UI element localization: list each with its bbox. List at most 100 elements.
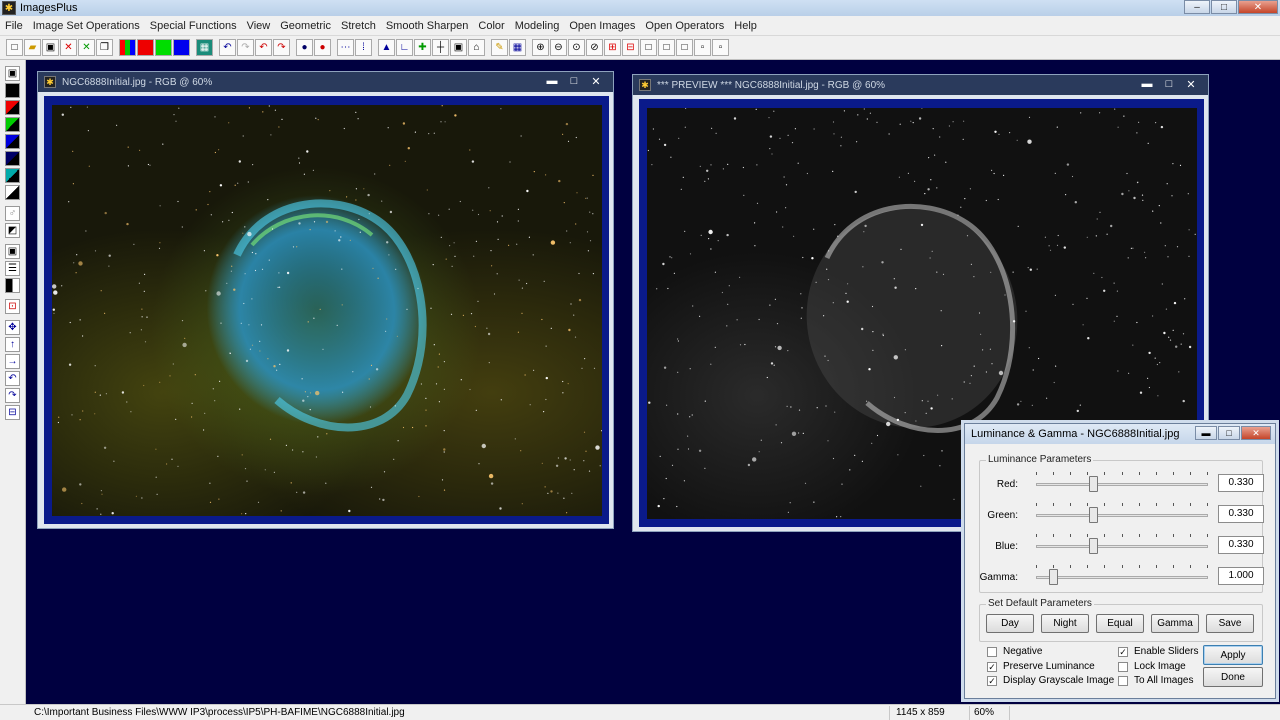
gamma-value-field[interactable]: 1.000 <box>1218 567 1264 585</box>
teal-black-icon[interactable] <box>5 168 20 183</box>
menu-image-set-operations[interactable]: Image Set Operations <box>28 20 145 32</box>
box4-icon[interactable]: ▫ <box>694 39 711 56</box>
box2-icon[interactable]: □ <box>658 39 675 56</box>
save-button[interactable]: Save <box>1206 614 1254 633</box>
nebula-color-image[interactable] <box>52 105 602 516</box>
menu-file[interactable]: File <box>0 20 28 32</box>
green-slider-thumb[interactable] <box>1088 507 1098 523</box>
point-icon[interactable]: ⁞ <box>355 39 372 56</box>
close-button[interactable]: ✕ <box>585 73 607 89</box>
save-icon[interactable]: ▣ <box>42 39 59 56</box>
close-red-icon[interactable]: ✕ <box>60 39 77 56</box>
blue-value-field[interactable]: 0.330 <box>1218 536 1264 554</box>
undo-icon[interactable]: ↶ <box>219 39 236 56</box>
arrow-up-icon[interactable]: ↑ <box>5 337 20 352</box>
dialog-title-bar[interactable]: Luminance & Gamma - NGC6888Initial.jpg ▬… <box>965 424 1275 444</box>
apply-button[interactable]: Apply <box>1203 645 1263 665</box>
navy-black-icon[interactable] <box>5 151 20 166</box>
maximize-button[interactable]: □ <box>1218 426 1240 440</box>
menu-color[interactable]: Color <box>473 20 509 32</box>
close-button[interactable]: ✕ <box>1241 426 1271 440</box>
menu-modeling[interactable]: Modeling <box>510 20 565 32</box>
open-icon[interactable]: ▰ <box>24 39 41 56</box>
blue-slider-thumb[interactable] <box>1088 538 1098 554</box>
frame-icon[interactable]: ▣ <box>450 39 467 56</box>
box3-icon[interactable]: □ <box>676 39 693 56</box>
checkbox-box[interactable]: ✓ <box>1118 646 1128 657</box>
maximize-button[interactable]: □ <box>1211 0 1237 14</box>
menu-geometric[interactable]: Geometric <box>275 20 336 32</box>
menu-stretch[interactable]: Stretch <box>336 20 381 32</box>
image-window-original[interactable]: ✱ NGC6888Initial.jpg - RGB @ 60% ▬ □ ✕ <box>37 71 614 529</box>
equal-button[interactable]: Equal <box>1096 614 1144 633</box>
image-window-title-bar[interactable]: ✱ *** PREVIEW *** NGC6888Initial.jpg - R… <box>633 75 1208 95</box>
preserve-luminance-checkbox[interactable]: ✓ Preserve Luminance <box>987 661 1095 672</box>
triangle-icon[interactable]: ▲ <box>378 39 395 56</box>
dotted-line-icon[interactable]: ⋯ <box>337 39 354 56</box>
close-green-icon[interactable]: ✕ <box>78 39 95 56</box>
done-button[interactable]: Done <box>1203 667 1263 687</box>
grid-icon[interactable]: ▦ <box>196 39 213 56</box>
blue-channel-icon[interactable] <box>173 39 190 56</box>
green-black-icon[interactable] <box>5 117 20 132</box>
blue-black-icon[interactable] <box>5 134 20 149</box>
redo-icon[interactable]: ↷ <box>237 39 254 56</box>
minimize-button[interactable]: – <box>1184 0 1210 14</box>
checkbox-box[interactable]: ✓ <box>987 661 997 672</box>
image-window-title-bar[interactable]: ✱ NGC6888Initial.jpg - RGB @ 60% ▬ □ ✕ <box>38 72 613 92</box>
green-value-field[interactable]: 0.330 <box>1218 505 1264 523</box>
checkbox-box[interactable] <box>1118 661 1128 672</box>
to-all-images-checkbox[interactable]: To All Images <box>1118 675 1193 686</box>
gamma-slider-track[interactable] <box>1036 576 1208 579</box>
pencil-icon[interactable]: ✎ <box>491 39 508 56</box>
gamma-button[interactable]: Gamma <box>1151 614 1199 633</box>
add-red-icon[interactable]: ⊞ <box>604 39 621 56</box>
new-icon[interactable]: □ <box>6 39 23 56</box>
undo-all-icon[interactable]: ↶ <box>255 39 272 56</box>
green-channel-icon[interactable] <box>155 39 172 56</box>
rotate-right-icon[interactable]: ↷ <box>5 388 20 403</box>
zoom-fit-icon[interactable]: ⊙ <box>568 39 585 56</box>
bars-icon[interactable]: ☰ <box>5 261 20 276</box>
checkbox-box[interactable] <box>987 646 997 657</box>
close-button[interactable]: ✕ <box>1180 76 1202 92</box>
red-value-field[interactable]: 0.330 <box>1218 474 1264 492</box>
column-icon[interactable] <box>5 278 20 293</box>
box1-icon[interactable]: □ <box>640 39 657 56</box>
minimize-button[interactable]: ▬ <box>541 73 563 89</box>
zoom-reset-icon[interactable]: ⊘ <box>586 39 603 56</box>
blue-slider-track[interactable] <box>1036 545 1208 548</box>
gamma-slider-thumb[interactable] <box>1049 569 1059 585</box>
gray-icon[interactable]: ♂ <box>5 206 20 221</box>
minimize-button[interactable]: ▬ <box>1195 426 1217 440</box>
close-button[interactable]: ✕ <box>1238 0 1278 14</box>
circle-record-icon[interactable]: ● <box>314 39 331 56</box>
checkbox-box[interactable] <box>1118 675 1128 686</box>
crosshair-icon[interactable]: ┼ <box>432 39 449 56</box>
redo-all-icon[interactable]: ↷ <box>273 39 290 56</box>
frame-icon[interactable]: ⊟ <box>5 405 20 420</box>
red-channel-icon[interactable] <box>137 39 154 56</box>
negative-checkbox[interactable]: Negative <box>987 646 1042 657</box>
square-icon[interactable]: ▣ <box>5 244 20 259</box>
minimize-button[interactable]: ▬ <box>1136 76 1158 92</box>
circle-select-icon[interactable]: ● <box>296 39 313 56</box>
enable-sliders-checkbox[interactable]: ✓ Enable Sliders <box>1118 646 1198 657</box>
angle-icon[interactable]: ∟ <box>396 39 413 56</box>
red-slider-thumb[interactable] <box>1088 476 1098 492</box>
menu-open-images[interactable]: Open Images <box>564 20 640 32</box>
rgb-channels-icon[interactable] <box>119 39 136 56</box>
box5-icon[interactable]: ▫ <box>712 39 729 56</box>
red-slider-track[interactable] <box>1036 483 1208 486</box>
display-grayscale-checkbox[interactable]: ✓ Display Grayscale Image <box>987 675 1114 686</box>
menu-special-functions[interactable]: Special Functions <box>145 20 242 32</box>
zoom-in-icon[interactable]: ⊕ <box>532 39 549 56</box>
maximize-button[interactable]: □ <box>563 73 585 89</box>
menu-smooth-sharpen[interactable]: Smooth Sharpen <box>381 20 474 32</box>
plus-green-icon[interactable]: ✚ <box>414 39 431 56</box>
green-slider-track[interactable] <box>1036 514 1208 517</box>
menu-help[interactable]: Help <box>729 20 762 32</box>
diagonal-icon[interactable]: ◩ <box>5 223 20 238</box>
rotate-left-icon[interactable]: ↶ <box>5 371 20 386</box>
copy-icon[interactable]: ❐ <box>96 39 113 56</box>
